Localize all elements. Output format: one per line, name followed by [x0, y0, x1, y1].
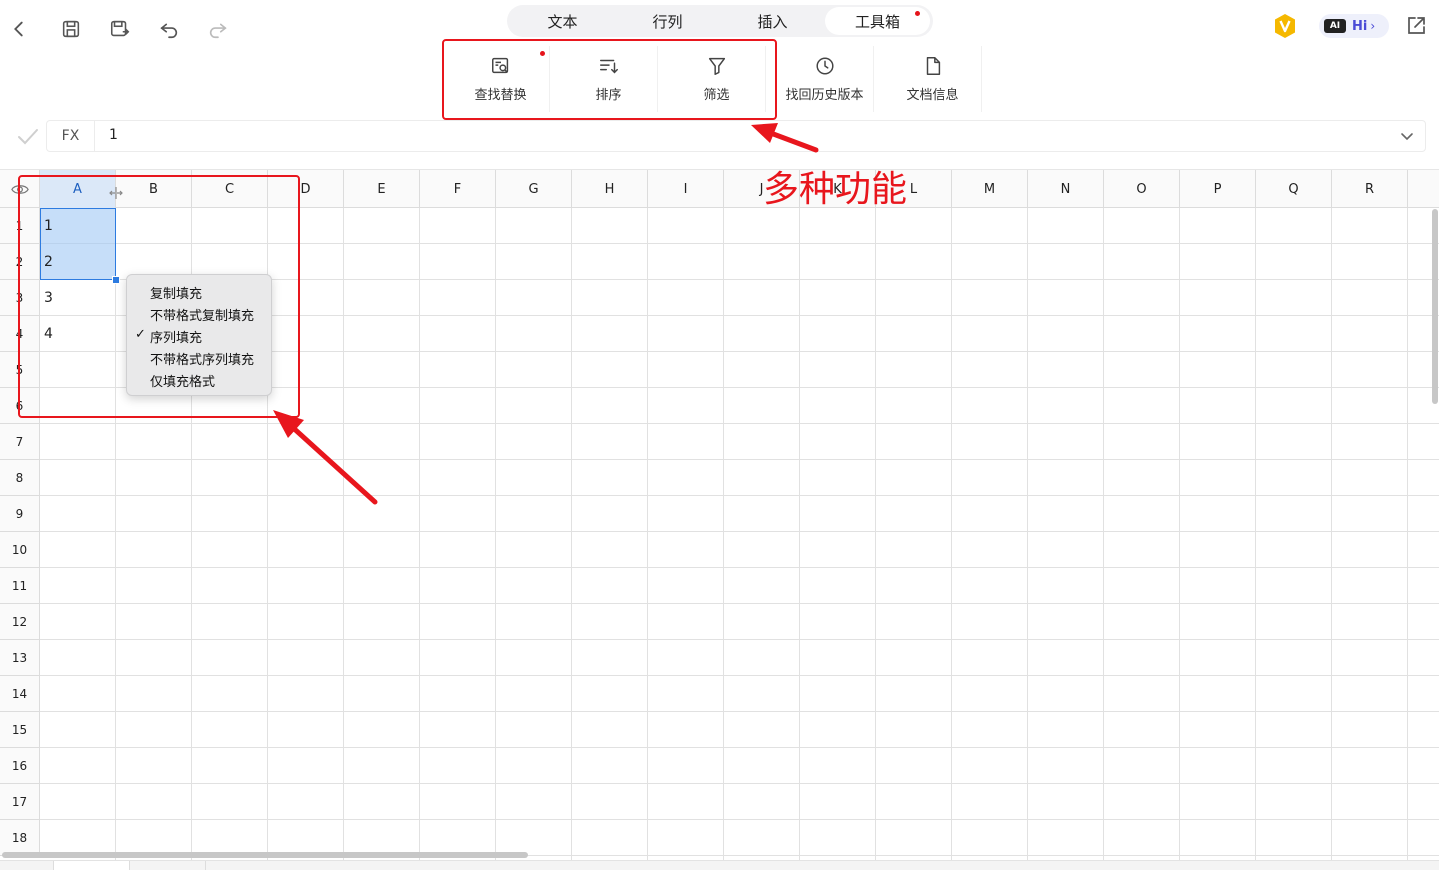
column-header-H[interactable]: H — [572, 170, 648, 208]
sort-button[interactable]: 排序 — [560, 46, 658, 112]
toolbox-tools: 查找替换 排序 筛选 找回历史版本 文档信息 — [452, 46, 992, 112]
column-header-M[interactable]: M — [952, 170, 1028, 208]
column-header-G[interactable]: G — [496, 170, 572, 208]
row-header-15[interactable]: 15 — [0, 712, 40, 748]
share-external-icon[interactable] — [1404, 14, 1428, 38]
document-icon — [922, 55, 944, 81]
ai-logo-icon: AI — [1324, 19, 1346, 33]
horizontal-scrollbar[interactable] — [2, 852, 528, 858]
column-header-F[interactable]: F — [420, 170, 496, 208]
sort-icon — [598, 55, 620, 81]
cell-A2[interactable]: 2 — [44, 254, 53, 270]
row-header-8[interactable]: 8 — [0, 460, 40, 496]
redo-icon[interactable] — [203, 14, 233, 44]
tab-rows-columns[interactable]: 行列 — [615, 7, 720, 35]
row-header-10[interactable]: 10 — [0, 532, 40, 568]
cell-A4[interactable]: 4 — [44, 326, 53, 342]
row-header-13[interactable]: 13 — [0, 640, 40, 676]
column-header-D[interactable]: D — [268, 170, 344, 208]
column-header-row: ABCDEFGHIJKLMNOPQR — [0, 169, 1439, 208]
menu-item-fill-format-only[interactable]: 仅填充格式 — [127, 369, 271, 391]
menu-item-series-fill[interactable]: ✓ 序列填充 — [127, 325, 271, 347]
ai-assistant-button[interactable]: AI Hi › — [1319, 14, 1389, 38]
tab-text[interactable]: 文本 — [510, 7, 615, 35]
filter-icon — [706, 55, 728, 81]
top-toolbar: 文本 行列 插入 工具箱 查找替换 排序 筛选 找回历史版本 文档信息 AI H… — [0, 0, 1439, 118]
filter-button[interactable]: 筛选 — [668, 46, 766, 112]
annotation-label: 多种功能 — [763, 169, 908, 210]
back-icon[interactable] — [4, 14, 34, 44]
column-header-B[interactable]: B — [116, 170, 192, 208]
sheet-tab[interactable] — [0, 861, 54, 870]
history-version-button[interactable]: 找回历史版本 — [776, 46, 874, 112]
save-icon[interactable] — [56, 14, 86, 44]
menu-item-copy-fill[interactable]: 复制填充 — [127, 281, 271, 303]
formula-input-box[interactable]: FX 1 — [46, 120, 1426, 152]
notification-dot — [915, 11, 920, 16]
tab-toolbox[interactable]: 工具箱 — [825, 7, 930, 35]
menu-item-series-fill-no-format[interactable]: 不带格式序列填充 — [127, 347, 271, 369]
ribbon-tabs: 文本 行列 插入 工具箱 — [507, 5, 933, 37]
row-header-18[interactable]: 18 — [0, 820, 40, 856]
undo-icon[interactable] — [154, 14, 184, 44]
vip-crown-icon[interactable] — [1272, 13, 1298, 39]
column-header-A[interactable]: A — [40, 170, 116, 208]
save-as-icon[interactable] — [105, 14, 135, 44]
column-header-P[interactable]: P — [1180, 170, 1256, 208]
eye-icon[interactable] — [0, 170, 40, 208]
chevron-right-icon: › — [1370, 19, 1376, 33]
checkmark-icon: ✓ — [135, 327, 146, 342]
confirm-check-icon[interactable] — [16, 126, 40, 148]
sheet-tab[interactable] — [54, 861, 130, 870]
menu-item-copy-fill-no-format[interactable]: 不带格式复制填充 — [127, 303, 271, 325]
find-replace-button[interactable]: 查找替换 — [452, 46, 550, 112]
row-header-1[interactable]: 1 — [0, 208, 40, 244]
fill-handle[interactable] — [112, 276, 120, 284]
row-header-16[interactable]: 16 — [0, 748, 40, 784]
cell-A1[interactable]: 1 — [44, 218, 53, 234]
row-header-14[interactable]: 14 — [0, 676, 40, 712]
fx-label: FX — [47, 121, 95, 151]
cell-A3[interactable]: 3 — [44, 290, 53, 306]
tab-insert[interactable]: 插入 — [720, 7, 825, 35]
formula-input[interactable]: 1 — [109, 127, 118, 143]
vertical-scrollbar[interactable] — [1432, 209, 1438, 404]
notification-dot — [540, 51, 545, 56]
column-header-O[interactable]: O — [1104, 170, 1180, 208]
row-header-12[interactable]: 12 — [0, 604, 40, 640]
column-header-R[interactable]: R — [1332, 170, 1408, 208]
column-resize-icon[interactable] — [108, 184, 124, 199]
row-header-4[interactable]: 4 — [0, 316, 40, 352]
chevron-down-icon[interactable] — [1399, 128, 1415, 144]
column-header-E[interactable]: E — [344, 170, 420, 208]
row-header-17[interactable]: 17 — [0, 784, 40, 820]
row-header-5[interactable]: 5 — [0, 352, 40, 388]
row-header-6[interactable]: 6 — [0, 388, 40, 424]
sheet-tab[interactable] — [130, 861, 206, 870]
row-header-7[interactable]: 7 — [0, 424, 40, 460]
row-header-2[interactable]: 2 — [0, 244, 40, 280]
history-clock-icon — [814, 55, 836, 81]
column-header-C[interactable]: C — [192, 170, 268, 208]
column-header-I[interactable]: I — [648, 170, 724, 208]
autofill-context-menu: 复制填充 不带格式复制填充 ✓ 序列填充 不带格式序列填充 仅填充格式 — [126, 274, 272, 396]
row-header-3[interactable]: 3 — [0, 280, 40, 316]
column-header-N[interactable]: N — [1028, 170, 1104, 208]
find-replace-icon — [490, 55, 512, 81]
sheet-tab-strip — [0, 860, 1439, 870]
column-header-Q[interactable]: Q — [1256, 170, 1332, 208]
row-header-11[interactable]: 11 — [0, 568, 40, 604]
formula-bar: FX 1 — [0, 120, 1439, 154]
document-info-button[interactable]: 文档信息 — [884, 46, 982, 112]
row-header-9[interactable]: 9 — [0, 496, 40, 532]
